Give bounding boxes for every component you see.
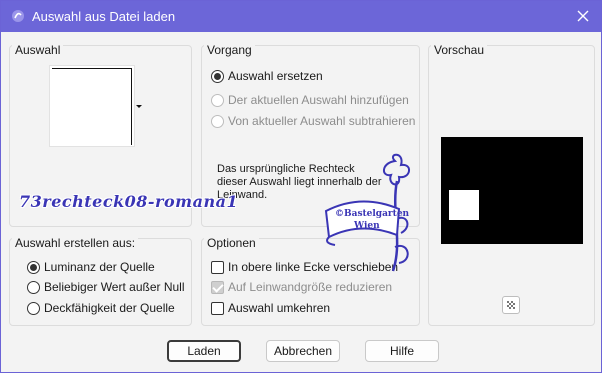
- title-bar[interactable]: Auswahl aus Datei laden: [1, 1, 601, 32]
- checkbox[interactable]: [211, 260, 224, 274]
- radio-label: Der aktuellen Auswahl hinzufügen: [228, 93, 409, 107]
- radio-hinzufuegen[interactable]: Der aktuellen Auswahl hinzufügen: [211, 91, 409, 109]
- checkbox-label: Auf Leinwandgröße reduzieren: [228, 280, 393, 294]
- vorgang-label: Vorgang: [204, 44, 255, 56]
- abbrechen-button[interactable]: Abbrechen: [266, 340, 340, 362]
- selection-thumbnail[interactable]: [49, 65, 135, 147]
- preview-selection: [449, 190, 479, 220]
- radio-button[interactable]: [211, 114, 224, 128]
- radio-button[interactable]: [27, 260, 40, 274]
- watermark-text: 73rechteck08-romana1: [19, 192, 239, 211]
- radio-auswahl-ersetzen[interactable]: Auswahl ersetzen: [211, 67, 323, 85]
- logo-text-2: Wien: [354, 221, 380, 231]
- auswahl-label: Auswahl: [12, 44, 64, 56]
- radio-label: Beliebiger Wert außer Null: [44, 280, 185, 294]
- checkbox[interactable]: [211, 280, 224, 294]
- dialog-window: Auswahl aus Datei laden Auswahl Vorgang …: [0, 0, 602, 373]
- checkbox-auswahl-umkehren[interactable]: Auswahl umkehren: [211, 299, 330, 317]
- checkbox-label: Auswahl umkehren: [228, 301, 331, 315]
- radio-label: Von aktueller Auswahl subtrahieren: [228, 114, 416, 128]
- vorschau-label: Vorschau: [431, 44, 488, 56]
- radio-button[interactable]: [211, 93, 224, 107]
- radio-label: Deckfähigkeit der Quelle: [44, 301, 175, 315]
- radio-beliebiger-wert[interactable]: Beliebiger Wert außer Null: [27, 278, 185, 296]
- radio-label: Auswahl ersetzen: [228, 69, 323, 83]
- radio-subtrahieren[interactable]: Von aktueller Auswahl subtrahieren: [211, 112, 415, 130]
- erstellen-group: Auswahl erstellen aus: Luminanz der Quel…: [9, 237, 192, 326]
- laden-button[interactable]: Laden: [167, 340, 241, 362]
- erstellen-label: Auswahl erstellen aus:: [12, 237, 139, 249]
- radio-button[interactable]: [27, 301, 40, 315]
- checkerboard-icon[interactable]: [502, 296, 520, 314]
- radio-luminanz[interactable]: Luminanz der Quelle: [27, 258, 155, 276]
- app-icon: [11, 9, 25, 23]
- radio-button[interactable]: [211, 69, 224, 83]
- logo-text-1: ©Bastelgarten: [335, 209, 410, 219]
- window-title: Auswahl aus Datei laden: [32, 9, 176, 24]
- hilfe-button[interactable]: Hilfe: [365, 340, 439, 362]
- optionen-label: Optionen: [204, 237, 259, 249]
- close-button[interactable]: [569, 4, 597, 29]
- preview-canvas: [441, 137, 583, 244]
- bastelgarten-logo: ©Bastelgarten Wien: [321, 151, 416, 281]
- triangle-down-icon[interactable]: [136, 105, 142, 108]
- radio-label: Luminanz der Quelle: [44, 260, 155, 274]
- close-icon: [577, 10, 589, 22]
- radio-button[interactable]: [27, 280, 40, 294]
- radio-deckfaehigkeit[interactable]: Deckfähigkeit der Quelle: [27, 299, 175, 317]
- vorschau-group: Vorschau: [428, 44, 595, 326]
- checkbox[interactable]: [211, 301, 224, 315]
